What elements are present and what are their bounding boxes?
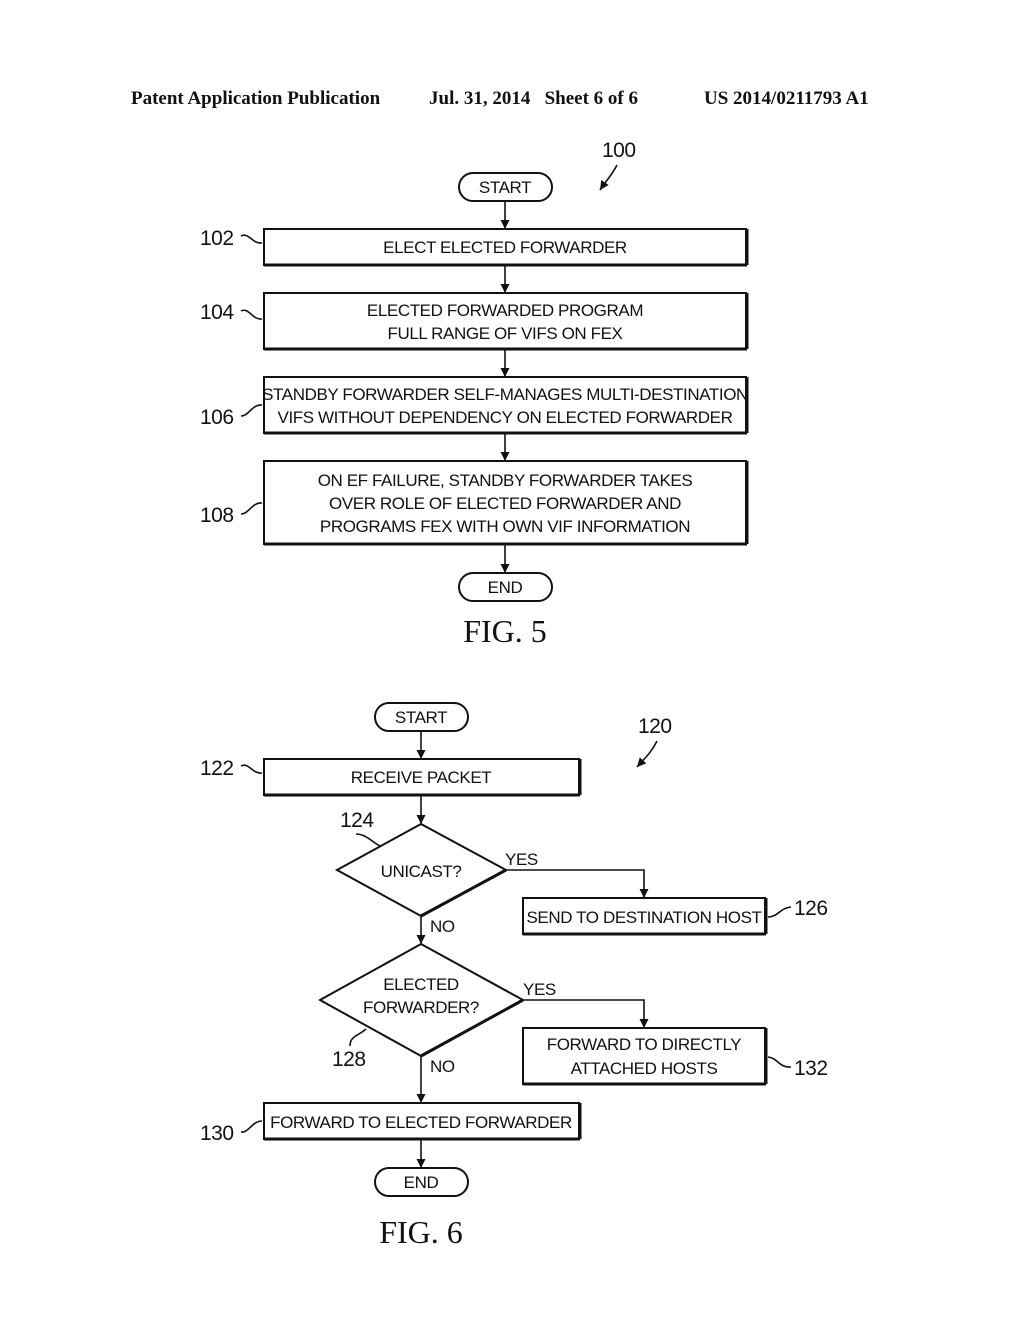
fig6-leader-128	[349, 1028, 367, 1047]
fig6-ref-label: 120	[638, 715, 672, 738]
fig5-step-102: ELECT ELECTED FORWARDER	[263, 228, 749, 267]
svg-text:FORWARD TO DIRECTLY: FORWARD TO DIRECTLY	[547, 1035, 742, 1054]
fig6-decision-elected-forwarder: ELECTED FORWARDER?	[317, 942, 526, 1058]
fig5-leader-106	[240, 404, 263, 417]
fig5-leader-104	[240, 309, 263, 320]
fig6-ref-126: 126	[794, 897, 828, 920]
svg-text:SEND TO DESTINATION HOST: SEND TO DESTINATION HOST	[526, 908, 761, 927]
fig6-leader-122	[240, 764, 263, 774]
flowchart-figures: 100 START ELECT ELECTED FORWARDER 102 EL…	[200, 139, 828, 1250]
fig6-ref-132: 132	[794, 1057, 828, 1080]
fig5-caption: FIG. 5	[463, 613, 547, 649]
fig6-leader-130	[240, 1120, 263, 1133]
fig5-ref-label: 100	[602, 139, 636, 162]
fig6-unicast-no: NO	[430, 917, 455, 936]
fig5-end-terminal: END	[458, 572, 553, 602]
fig6-leader-132	[767, 1056, 792, 1068]
svg-text:FORWARD TO ELECTED FORWARDER: FORWARD TO ELECTED FORWARDER	[270, 1113, 572, 1132]
svg-text:ELECTED FORWARDED PROGRAM: ELECTED FORWARDED PROGRAM	[367, 301, 643, 320]
svg-text:END: END	[488, 578, 523, 597]
fig6-start-terminal: START	[374, 702, 469, 732]
fig6-unicast-yes: YES	[505, 850, 538, 869]
fig5-ref-108: 108	[200, 504, 234, 527]
svg-text:OVER ROLE OF ELECTED FORWARDER: OVER ROLE OF ELECTED FORWARDER AND	[329, 494, 681, 513]
fig6-arrow-yes-1	[506, 869, 649, 898]
fig5-ref-104: 104	[200, 301, 234, 324]
fig6-leader-124	[355, 833, 381, 847]
svg-text:VIFS WITHOUT DEPENDENCY ON ELE: VIFS WITHOUT DEPENDENCY ON ELECTED FORWA…	[278, 408, 733, 427]
fig5-step-104: ELECTED FORWARDED PROGRAM FULL RANGE OF …	[263, 292, 749, 351]
fig6-ref-122: 122	[200, 757, 234, 780]
svg-text:RECEIVE PACKET: RECEIVE PACKET	[351, 768, 492, 787]
svg-text:ELECTED: ELECTED	[383, 975, 459, 994]
fig6-ref-128: 128	[332, 1048, 366, 1071]
fig6-ref-130: 130	[200, 1122, 234, 1145]
svg-text:START: START	[479, 178, 531, 197]
svg-text:ATTACHED HOSTS: ATTACHED HOSTS	[571, 1059, 718, 1078]
svg-text:PROGRAMS FEX WITH OWN VIF INFO: PROGRAMS FEX WITH OWN VIF INFORMATION	[320, 517, 690, 536]
fig5-start-terminal: START	[458, 172, 553, 202]
fig6-ref-124: 124	[340, 809, 374, 832]
svg-text:START: START	[395, 708, 447, 727]
fig6-arrow-yes-2	[523, 999, 649, 1028]
fig6-decision-unicast: UNICAST?	[334, 822, 509, 918]
svg-text:ELECT ELECTED FORWARDER: ELECT ELECTED FORWARDER	[383, 238, 627, 257]
fig5-leader-108	[240, 502, 263, 515]
fig6-step-forward-directly-attached: FORWARD TO DIRECTLY ATTACHED HOSTS	[522, 1027, 768, 1086]
fig6-step-send-destination-host: SEND TO DESTINATION HOST	[522, 897, 768, 936]
svg-text:FORWARDER?: FORWARDER?	[363, 998, 479, 1017]
fig5-ref-arrow	[599, 164, 618, 191]
fig6-step-forward-elected-forwarder: FORWARD TO ELECTED FORWARDER	[263, 1102, 582, 1141]
svg-text:UNICAST?: UNICAST?	[381, 862, 462, 881]
fig6-leader-126	[767, 906, 792, 918]
fig6-ref-arrow	[636, 740, 658, 768]
svg-text:FULL RANGE OF VIFS ON FEX: FULL RANGE OF VIFS ON FEX	[388, 324, 623, 343]
fig5-step-108: ON EF FAILURE, STANDBY FORWARDER TAKES O…	[263, 460, 749, 546]
fig5-ref-106: 106	[200, 406, 234, 429]
svg-text:END: END	[404, 1173, 439, 1192]
fig5-ref-102: 102	[200, 227, 234, 250]
fig5-step-106: STANDBY FORWARDER SELF-MANAGES MULTI-DES…	[262, 376, 749, 435]
fig6-ef-no: NO	[430, 1057, 455, 1076]
fig6-caption: FIG. 6	[379, 1214, 463, 1250]
fig6-ef-yes: YES	[523, 980, 556, 999]
fig6-step-receive-packet: RECEIVE PACKET	[263, 758, 582, 797]
fig6: 120 START RECEIVE PACKET 122 UNICAST? 12…	[200, 702, 828, 1250]
svg-text:ON EF FAILURE, STANDBY FORWARD: ON EF FAILURE, STANDBY FORWARDER TAKES	[318, 471, 693, 490]
fig5: 100 START ELECT ELECTED FORWARDER 102 EL…	[200, 139, 749, 649]
svg-text:STANDBY FORWARDER SELF-MANAGES: STANDBY FORWARDER SELF-MANAGES MULTI-DES…	[262, 385, 748, 404]
fig5-leader-102	[240, 234, 263, 244]
fig6-end-terminal: END	[374, 1167, 469, 1197]
